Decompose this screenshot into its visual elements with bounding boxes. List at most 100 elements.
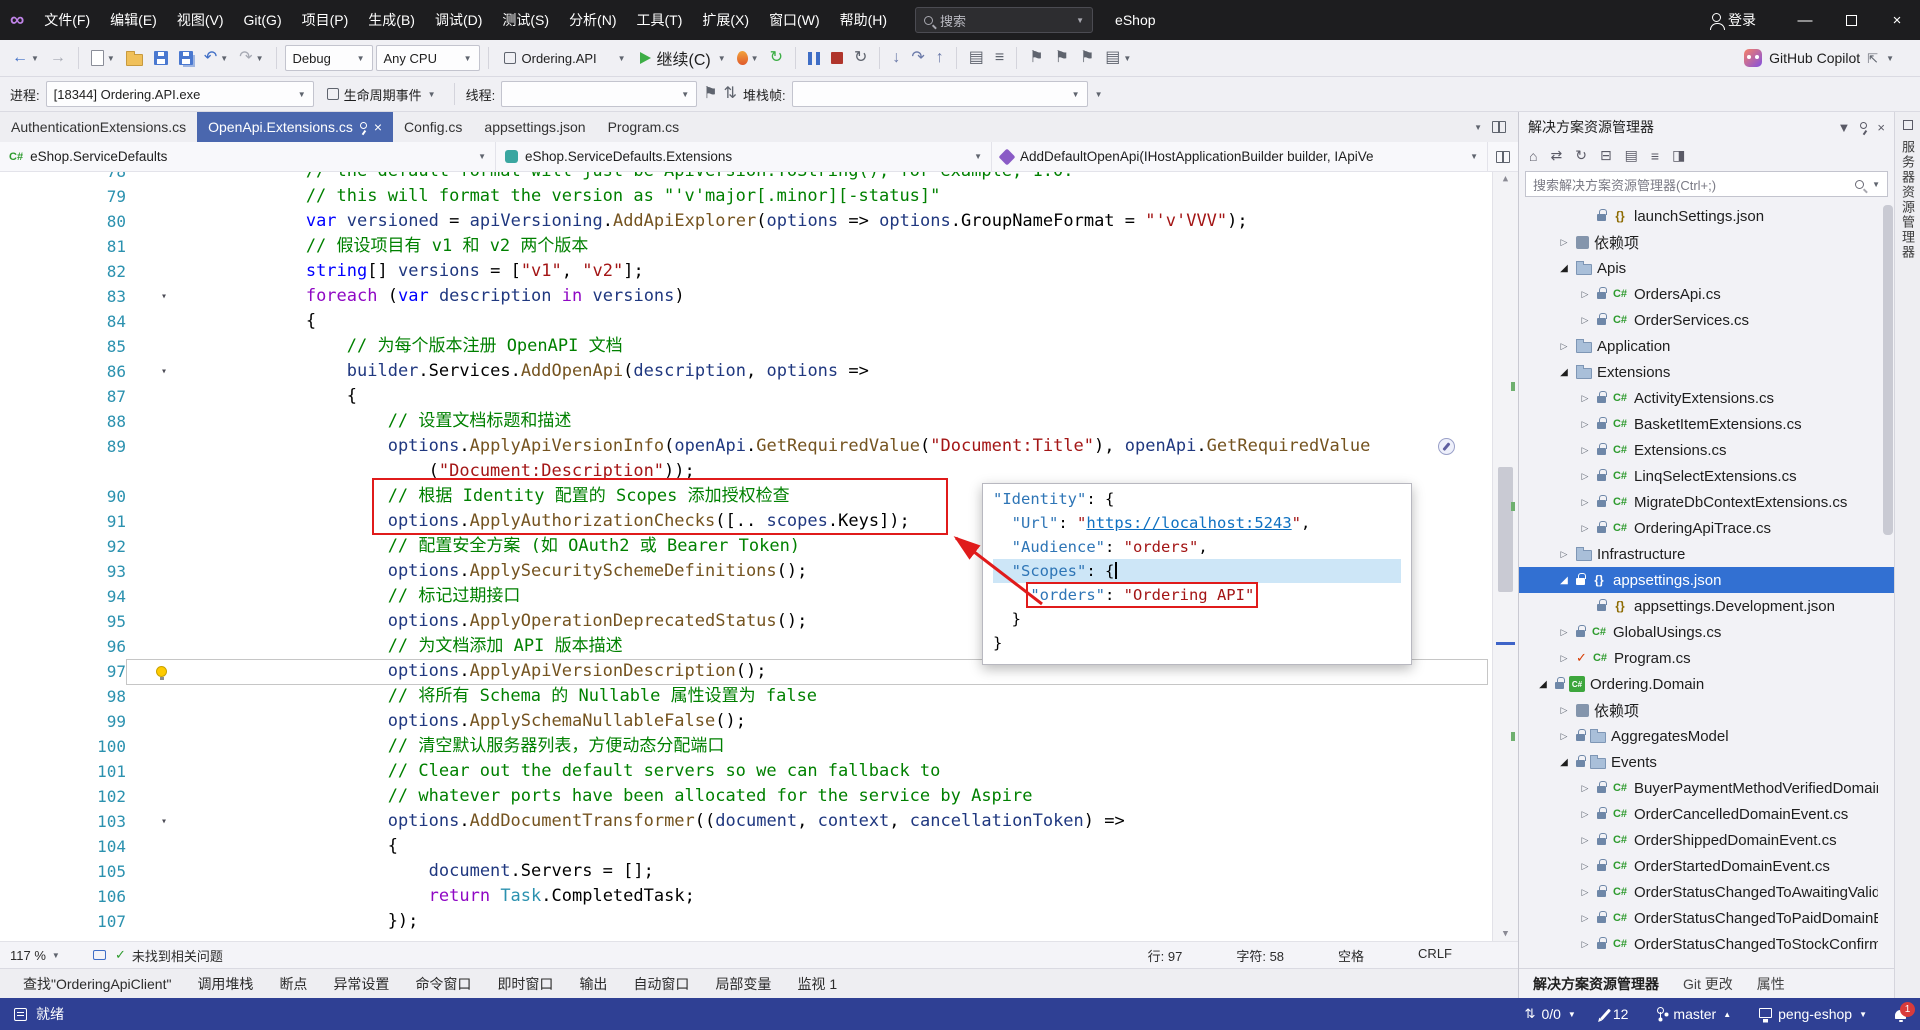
line-indicator[interactable]: 行: 97 (1148, 946, 1183, 965)
breakpoint-margin[interactable] (0, 584, 80, 609)
code-line[interactable]: 86 ▾ builder.Services.AddOpenApi(descript… (0, 359, 1492, 384)
expand-icon[interactable]: ▷ (1578, 861, 1592, 872)
menu-item[interactable]: 工具(T) (627, 0, 693, 40)
pending-edits-button[interactable]: 12 (1599, 1006, 1628, 1022)
toolbar-overflow-icon[interactable]: ▼ (1095, 90, 1103, 99)
tool-window-tab[interactable]: 命令窗口 (402, 974, 484, 994)
menu-item[interactable]: 文件(F) (34, 0, 100, 40)
dock-icon[interactable] (1902, 120, 1913, 130)
collapse-icon[interactable]: ◢ (1557, 575, 1571, 586)
breakpoint-margin[interactable] (0, 484, 80, 509)
process-combo[interactable]: [18344] Ordering.API.exe ▼ (45, 81, 314, 107)
expand-icon[interactable]: ▷ (1557, 341, 1571, 352)
breakpoint-margin[interactable] (0, 609, 80, 634)
solution-platform-combo[interactable]: Any CPU ▼ (375, 45, 480, 71)
save-all-button[interactable] (175, 44, 197, 72)
tree-item[interactable]: ◢ Apis (1519, 255, 1894, 281)
breakpoint-margin[interactable] (0, 209, 80, 234)
scroll-up-icon[interactable]: ▲ (1493, 174, 1518, 184)
breakpoint-margin[interactable] (0, 684, 80, 709)
step-out-button[interactable]: ↑ (932, 44, 948, 72)
tree-item[interactable]: ▷ C# ActivityExtensions.cs (1519, 385, 1894, 411)
document-tab[interactable]: appsettings.json (473, 112, 596, 142)
tree-item[interactable]: ▷ Application (1519, 333, 1894, 359)
stop-debugging-button[interactable] (827, 44, 847, 72)
code-line[interactable]: 106 return Task.CompletedTask; (0, 884, 1492, 909)
bookmark-window-button[interactable]: ▤ ▼ (1101, 44, 1135, 72)
breakpoint-margin[interactable] (0, 334, 80, 359)
tool-window-tab[interactable]: 即时窗口 (484, 974, 566, 994)
tree-item[interactable]: ▷ C# OrderCancelledDomainEvent.cs (1519, 801, 1894, 827)
menu-item[interactable]: 生成(B) (358, 0, 425, 40)
breakpoint-margin[interactable] (0, 172, 80, 184)
code-line[interactable]: 85 // 为每个版本注册 OpenAPI 文档 (0, 334, 1492, 359)
breakpoint-margin[interactable] (0, 759, 80, 784)
breakpoint-margin[interactable] (0, 909, 80, 934)
save-button[interactable] (150, 44, 172, 72)
restart-debugging-button[interactable]: ↻ (850, 44, 871, 72)
refresh-icon[interactable]: ↻ (1575, 147, 1587, 164)
sign-in-button[interactable]: 登录 (1710, 10, 1756, 30)
flag-icon[interactable]: ⚑ (703, 86, 717, 102)
tree-item[interactable]: ▷ C# OrdersApi.cs (1519, 281, 1894, 307)
chevron-down-icon[interactable]: ▼ (1838, 120, 1851, 135)
breakpoint-margin[interactable] (0, 259, 80, 284)
breakpoint-margin[interactable] (0, 784, 80, 809)
step-over-button[interactable]: ↷ (907, 44, 928, 72)
tree-item[interactable]: {} launchSettings.json (1519, 203, 1894, 229)
navigate-forward-button[interactable]: → (46, 44, 70, 72)
tree-item[interactable]: ◢ Extensions (1519, 359, 1894, 385)
properties-icon[interactable]: ≡ (1651, 148, 1659, 164)
tree-item[interactable]: ▷ 依赖项 (1519, 229, 1894, 255)
tree-item[interactable]: ▷ ✓ C# Program.cs (1519, 645, 1894, 671)
breakpoint-margin[interactable] (0, 434, 80, 459)
code-line[interactable]: 104 { (0, 834, 1492, 859)
code-line[interactable]: 81 // 假设项目有 v1 和 v2 两个版本 (0, 234, 1492, 259)
expand-icon[interactable]: ▷ (1557, 627, 1571, 638)
navbar-split-button[interactable] (1488, 142, 1518, 171)
tree-item[interactable]: ▷ C# GlobalUsings.cs (1519, 619, 1894, 645)
breakpoint-margin[interactable] (0, 734, 80, 759)
expand-icon[interactable]: ▷ (1578, 887, 1592, 898)
breakpoint-margin[interactable] (0, 309, 80, 334)
tree-item[interactable]: ◢ C# Ordering.Domain (1519, 671, 1894, 697)
tool-window-tab[interactable]: Git 更改 (1683, 974, 1733, 994)
column-indicator[interactable]: 字符: 58 (1236, 946, 1284, 965)
breakpoint-margin[interactable] (0, 884, 80, 909)
solution-explorer-title-bar[interactable]: 解决方案资源管理器 ▼ × (1519, 112, 1894, 142)
tool-window-tab[interactable]: 断点 (266, 974, 320, 994)
expand-icon[interactable]: ▷ (1578, 835, 1592, 846)
code-editor[interactable]: 78 // the default format will just be Ap… (0, 172, 1518, 941)
home-icon[interactable]: ⌂ (1529, 148, 1537, 164)
expand-icon[interactable]: ▷ (1557, 653, 1571, 664)
tree-item[interactable]: ▷ C# OrderServices.cs (1519, 307, 1894, 333)
breakpoint-margin[interactable] (0, 284, 80, 309)
expand-icon[interactable]: ▷ (1578, 315, 1592, 326)
tool-window-tab[interactable]: 局部变量 (702, 974, 784, 994)
code-line[interactable]: 103 ▾ options.AddDocumentTransformer((doc… (0, 809, 1492, 834)
code-line[interactable]: 83 ▾ foreach (var description in versions… (0, 284, 1492, 309)
startup-project-combo[interactable]: Ordering.API ▼ (497, 45, 633, 71)
tree-item[interactable]: ◢ Events (1519, 749, 1894, 775)
code-line[interactable]: 87 { (0, 384, 1492, 409)
stackframe-combo[interactable]: ▼ (791, 81, 1088, 107)
menu-item[interactable]: 扩展(X) (692, 0, 759, 40)
breakpoint-margin[interactable] (0, 409, 80, 434)
tree-item[interactable]: ▷ C# OrderStatusChangedToPaidDomainEvent.c… (1519, 905, 1894, 931)
tool-window-tab[interactable]: 调用堆栈 (184, 974, 266, 994)
continue-button[interactable]: 继续(C) ▼ (636, 44, 730, 72)
zoom-control[interactable]: 117 % ▼ (10, 948, 84, 963)
breakpoint-margin[interactable] (0, 634, 80, 659)
expand-icon[interactable]: ▷ (1578, 419, 1592, 430)
updown-icon[interactable]: ⇅ (724, 86, 737, 102)
tool-window-tab[interactable]: 异常设置 (320, 974, 402, 994)
tree-item[interactable]: ▷ C# MigrateDbContextExtensions.cs (1519, 489, 1894, 515)
tool-window-tab[interactable]: 输出 (566, 974, 620, 994)
menu-item[interactable]: 窗口(W) (759, 0, 830, 40)
menu-item[interactable]: 测试(S) (492, 0, 559, 40)
tree-item[interactable]: ▷ C# LinqSelectExtensions.cs (1519, 463, 1894, 489)
pin-icon[interactable] (1860, 121, 1868, 129)
code-line[interactable]: 88 // 设置文档标题和描述 (0, 409, 1492, 434)
breakpoint-margin[interactable] (0, 234, 80, 259)
tool-window-tab[interactable]: 查找"OrderingApiClient" (10, 974, 184, 994)
